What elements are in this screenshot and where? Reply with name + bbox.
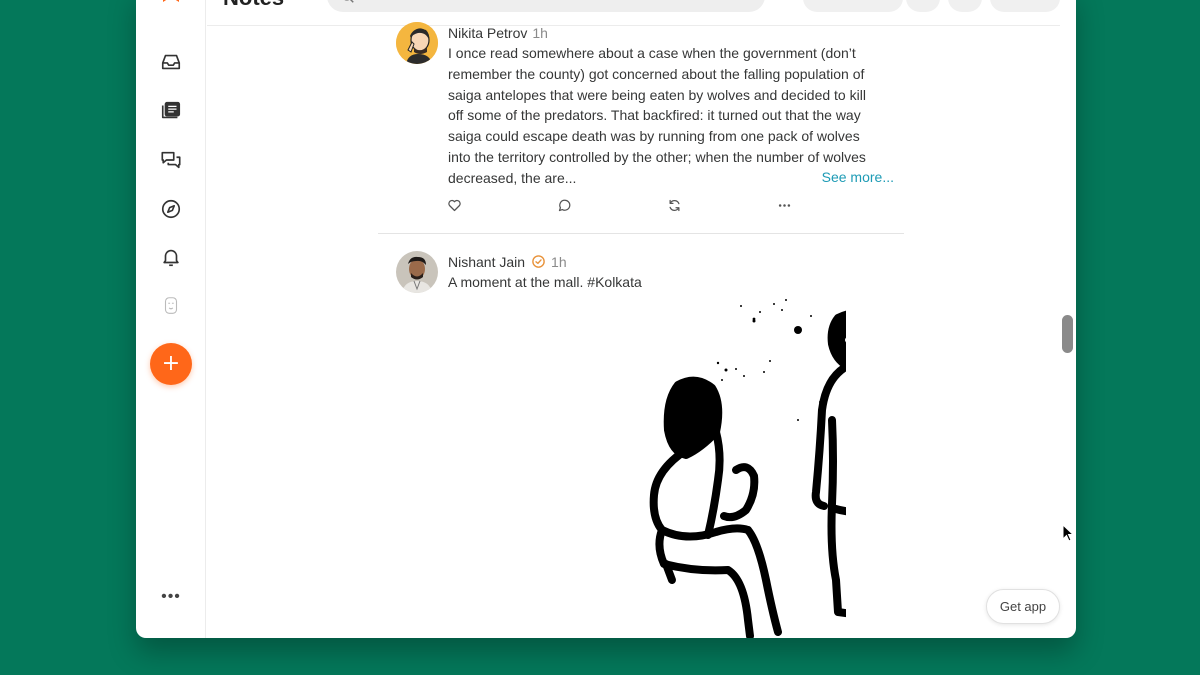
sidebar-item-chat[interactable] <box>158 147 184 173</box>
note-body-line: I once read somewhere about a case when … <box>448 45 856 61</box>
header-icon-button[interactable] <box>948 0 982 12</box>
author-line: Nikita Petrov 1h <box>448 25 548 41</box>
more-icon <box>778 203 790 207</box>
scrollbar-thumb[interactable] <box>1062 315 1073 353</box>
header-icon-button[interactable] <box>906 0 940 12</box>
profile-avatar-icon <box>164 297 178 314</box>
sidebar-item-activity[interactable] <box>158 244 184 270</box>
note-divider <box>378 233 904 234</box>
comment-button[interactable] <box>554 195 574 215</box>
author-name[interactable]: Nishant Jain <box>448 254 525 270</box>
author-line: Nishant Jain 1h <box>448 254 567 270</box>
author-avatar[interactable] <box>396 22 438 64</box>
compass-icon <box>161 199 181 219</box>
like-button[interactable] <box>444 195 464 215</box>
get-app-button[interactable]: Get app <box>986 589 1060 624</box>
search-icon <box>344 0 354 3</box>
page-title: Notes <box>223 0 284 9</box>
verified-badge-icon <box>532 255 545 268</box>
author-name[interactable]: Nikita Petrov <box>448 25 527 41</box>
timestamp: 1h <box>551 254 567 270</box>
mouse-cursor-icon <box>1062 524 1074 542</box>
note-body-line: off some of the predators. That backfire… <box>448 107 861 124</box>
sidebar-item-reader[interactable] <box>158 98 184 124</box>
sidebar-item-explore[interactable] <box>158 196 184 222</box>
author-avatar[interactable] <box>396 251 438 293</box>
sidebar: + ••• <box>136 0 206 638</box>
note-more-button[interactable] <box>774 195 794 215</box>
note-body-line: saiga antelopes that were being eaten by… <box>448 86 866 103</box>
note-image[interactable] <box>496 280 846 638</box>
sidebar-item-profile[interactable] <box>158 293 184 319</box>
bell-icon <box>163 249 179 267</box>
plus-icon: + <box>161 351 181 376</box>
more-options-button[interactable]: ••• <box>158 589 184 606</box>
reader-icon <box>161 101 181 119</box>
comment-icon <box>558 199 570 211</box>
profile-menu-button[interactable] <box>990 0 1060 12</box>
restack-button[interactable] <box>664 195 684 215</box>
app-window: + ••• Notes <box>136 0 1076 638</box>
note-body-line: remember the county) got concerned about… <box>448 65 865 82</box>
timestamp: 1h <box>532 25 548 41</box>
notes-feed: Nikita Petrov 1h I once read somewhere ab… <box>378 0 906 638</box>
inbox-icon <box>161 54 181 70</box>
restack-icon <box>669 199 679 211</box>
substack-logo-icon[interactable] <box>161 0 181 6</box>
note-body: I once read somewhere about a case when … <box>448 43 892 189</box>
see-more-link[interactable]: See more... <box>822 169 894 185</box>
note-body-line: into the territory controlled by the oth… <box>448 148 866 165</box>
sidebar-item-inbox[interactable] <box>158 49 184 75</box>
note-body-line: saiga could escape death was by running … <box>448 128 860 145</box>
chat-icon <box>161 151 181 169</box>
heart-icon <box>447 199 461 211</box>
create-button[interactable]: + <box>150 343 192 385</box>
